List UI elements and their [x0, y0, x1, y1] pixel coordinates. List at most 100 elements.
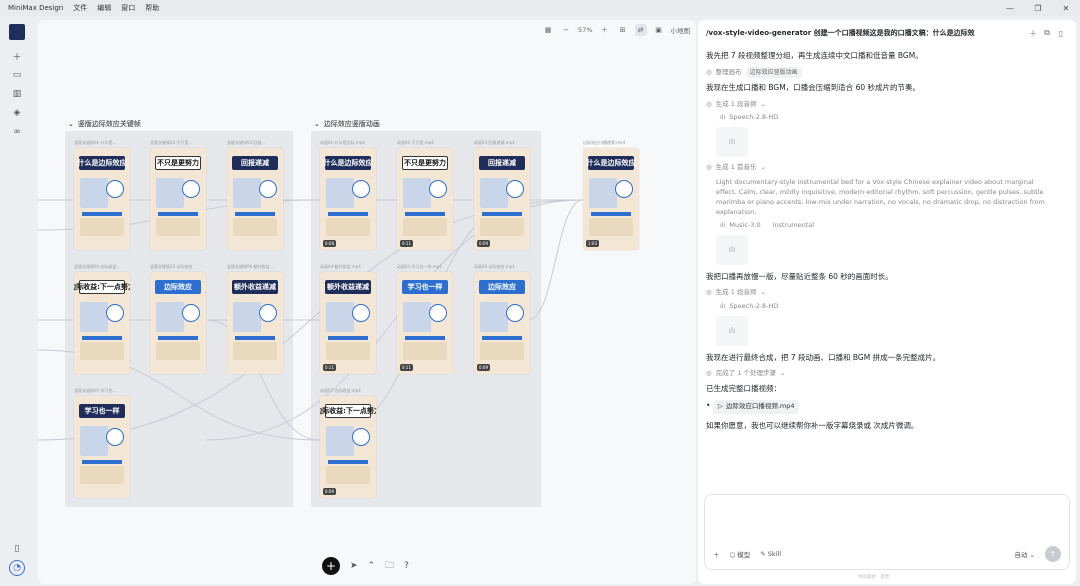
model-tag: ılı Speech-2.8-HD [720, 113, 1054, 123]
model-name: Music-3.0 [729, 221, 761, 229]
card-title: 不只是更努力 [402, 156, 448, 170]
assistant-message: 我把口播再放慢一版，尽量贴近整条 60 秒的画面时长。 [706, 271, 893, 281]
model-name: Speech-2.8-HD [729, 301, 779, 310]
library-icon[interactable]: ▥ [9, 86, 25, 102]
model-tag: ılı Speech-2.8-HD [720, 302, 1054, 312]
plus-icon[interactable]: ＋ [9, 48, 25, 64]
card-illustration [480, 342, 524, 360]
waveform-icon: ılı [728, 137, 736, 146]
card-illustration [405, 212, 445, 216]
card-title: 学习也一样 [402, 280, 448, 294]
process-step[interactable]: ◎ 整理画布 边际效应竖版动画 [706, 67, 1054, 79]
menu-file[interactable]: 文件 [73, 3, 87, 13]
design-canvas[interactable]: ▦ − 57% ＋ ⊞ ⇄ ▣ 小地图 ⌄ 竖版边际效应关键帧 ⌄ 边际效应竖版… [38, 20, 696, 584]
card-illustration [326, 426, 354, 456]
step-icon: ◎ [706, 67, 712, 76]
sidebar-toggle-icon[interactable]: ▯ [1054, 29, 1068, 38]
pointer-icon[interactable]: ➤ [350, 561, 358, 571]
card-illustration [82, 336, 122, 340]
canvas-card[interactable]: 不只是更努力 0:11 [397, 148, 453, 250]
canvas-card[interactable]: 不只是更努力 [150, 148, 206, 250]
attach-icon[interactable]: ＋ [713, 549, 720, 559]
link-icon[interactable]: ∞ [9, 124, 25, 140]
menu-edit[interactable]: 编辑 [97, 3, 111, 13]
chat-input[interactable]: ＋ ⬡ 模型 ✎ Skill 自动 ⌄ ↑ [704, 494, 1070, 570]
card-illustration [482, 336, 522, 340]
canvas-card[interactable]: 回报递减 [227, 148, 283, 250]
canvas-card[interactable]: 边际效应 [150, 272, 206, 374]
canvas-card[interactable]: 额外收益递减 0:11 [320, 272, 376, 374]
audio-player[interactable]: ılı [716, 234, 748, 265]
menu-help[interactable]: 帮助 [145, 3, 159, 13]
thumbnail-icon[interactable] [9, 24, 25, 40]
process-step[interactable]: ◎ 完成了 1 个处理步骤 ⌄ [706, 369, 1054, 379]
duration-badge: 1:03 [586, 240, 599, 247]
chevron-up-icon[interactable]: ⌃ [368, 561, 376, 571]
card-illustration [80, 466, 124, 484]
plus-icon[interactable]: ＋ [1026, 28, 1040, 39]
canvas-card[interactable]: 学习也一样 0:11 [397, 272, 453, 374]
music-prompt: Light documentary-style instrumental bed… [716, 177, 1045, 216]
skill-button[interactable]: ✎ Skill [760, 550, 781, 558]
plugin-icon[interactable]: ◈ [9, 105, 25, 121]
close-icon[interactable]: ✕ [1052, 0, 1080, 16]
mode-select[interactable]: 自动 ⌄ [1014, 549, 1035, 559]
model-button[interactable]: ⬡ 模型 [730, 549, 751, 559]
card-illustration [80, 218, 124, 236]
card-label: 动画02-不只是.mp4 [397, 140, 434, 145]
phone-icon[interactable]: ▯ [9, 541, 25, 557]
card-illustration [326, 178, 354, 208]
waveform-icon: ılı [720, 113, 726, 122]
canvas-card[interactable]: 边际收益:下一点努力 0:09 [320, 396, 376, 498]
canvas-card[interactable]: 学习也一样 [74, 396, 130, 498]
duration-badge: 0:11 [323, 364, 336, 371]
step-icon: ◎ [706, 288, 712, 296]
card-title: 边际收益:下一点努力 [74, 280, 130, 294]
card-illustration [156, 178, 184, 208]
card-illustration [80, 426, 108, 456]
audio-player[interactable]: ılı [716, 127, 748, 157]
add-button[interactable]: + [322, 557, 340, 575]
card-label: 动画04-额外收益.mp4 [320, 264, 361, 269]
audio-player[interactable]: ılı [716, 315, 748, 346]
canvas-card[interactable]: 什么是边际效应 [74, 148, 130, 250]
minimize-icon[interactable]: — [996, 0, 1024, 16]
card-title: 边际收益:下一点努力 [320, 404, 376, 418]
card-illustration [182, 304, 200, 322]
canvas-card[interactable]: 什么是边际效应 0:08 [320, 148, 376, 250]
card-illustration [233, 218, 277, 236]
step-label: 完成了 1 个处理步骤 [715, 368, 776, 377]
maximize-icon[interactable]: ❐ [1024, 0, 1052, 16]
waveform-icon: ılı [728, 244, 736, 254]
process-step[interactable]: ◎ 生成 1 首音乐 ⌄ [706, 163, 1054, 173]
file-chip[interactable]: ▷ 边际效应口播视频.mp4 [712, 399, 800, 414]
send-button[interactable]: ↑ [1045, 546, 1061, 562]
process-step[interactable]: ◎ 生成 1 段音频 ⌄ [706, 288, 1054, 298]
waveform-icon: ılı [728, 325, 736, 335]
chevron-down-icon: ⌄ [779, 368, 786, 377]
card-illustration [328, 212, 368, 216]
card-illustration [326, 342, 370, 360]
folder-icon[interactable]: 🗀 [385, 558, 394, 574]
canvas-card[interactable]: 什么是边际效应 1:03 [583, 148, 639, 250]
step-label: 生成 1 首音乐 [715, 163, 757, 171]
card-title: 额外收益递减 [232, 280, 278, 294]
card-label: 竖版关键帧01-什么是... [74, 140, 117, 145]
canvas-card[interactable]: 边际收益:下一点努力 [74, 272, 130, 374]
help-icon[interactable]: ? [404, 561, 409, 571]
folder-icon[interactable]: ▭ [9, 67, 25, 83]
card-label: 边际效应口播视频.mp4 [583, 140, 626, 145]
expand-icon[interactable]: ⧉ [1040, 28, 1054, 38]
canvas-card[interactable]: 边际效应 0:09 [474, 272, 530, 374]
duration-badge: 0:09 [477, 364, 490, 371]
card-illustration [589, 218, 633, 236]
canvas-card[interactable]: 额外收益递减 [227, 272, 283, 374]
user-icon[interactable]: ◔ [9, 560, 25, 576]
canvas-card[interactable]: 回报递减 0:09 [474, 148, 530, 250]
card-illustration [235, 212, 275, 216]
process-step[interactable]: ◎ 生成 1 段音频 ⌄ [706, 100, 1054, 110]
card-illustration [328, 460, 368, 464]
card-title: 回报递减 [232, 156, 278, 170]
card-illustration [480, 302, 508, 332]
menu-window[interactable]: 窗口 [121, 3, 135, 13]
